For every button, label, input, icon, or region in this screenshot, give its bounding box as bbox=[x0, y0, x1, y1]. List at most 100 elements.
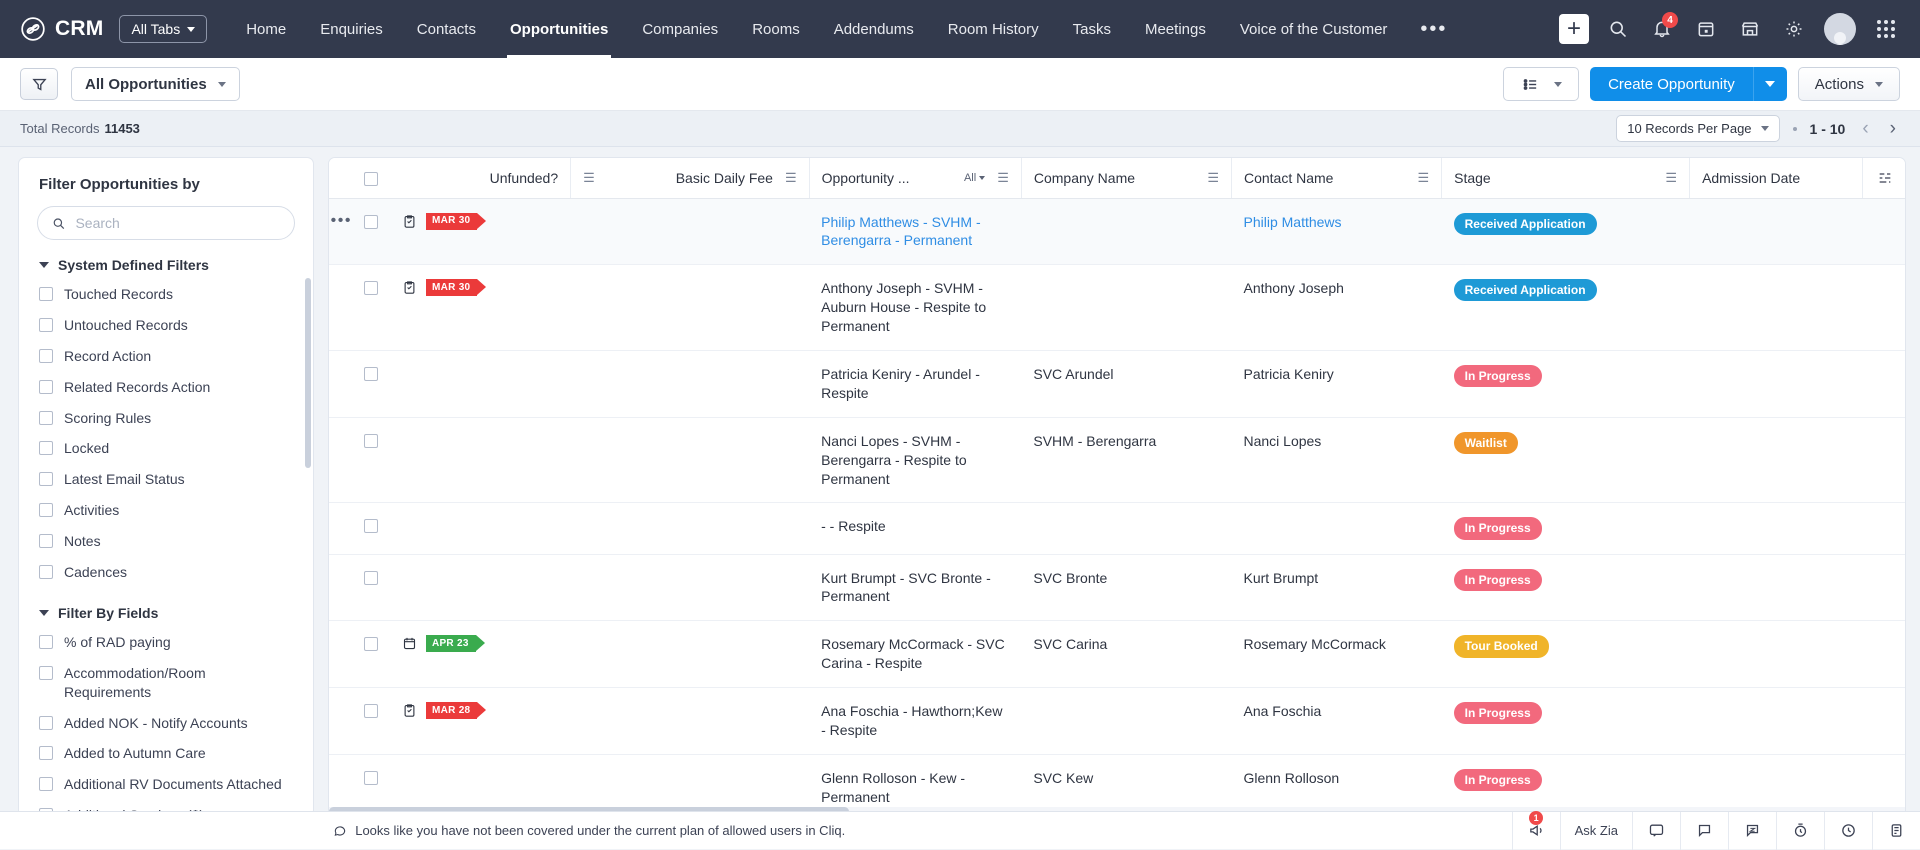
table-row[interactable]: MAR 28Ana Foschia - Hawthorn;Kew - Respi… bbox=[329, 688, 1905, 755]
bell-icon[interactable]: 4 bbox=[1642, 9, 1682, 49]
checkbox[interactable] bbox=[39, 380, 53, 394]
chat-icon[interactable] bbox=[1632, 812, 1680, 850]
nav-item-home[interactable]: Home bbox=[229, 0, 303, 58]
column-settings-icon[interactable] bbox=[1877, 170, 1893, 186]
contact-name[interactable]: Philip Matthews bbox=[1243, 214, 1341, 230]
pagination-next-button[interactable]: › bbox=[1886, 119, 1900, 138]
row-checkbox[interactable] bbox=[364, 637, 378, 651]
sidebar-item-additional-rv-documents-attached[interactable]: Additional RV Documents Attached bbox=[19, 769, 313, 800]
sidebar-item-untouched-records[interactable]: Untouched Records bbox=[19, 310, 313, 341]
checkbox[interactable] bbox=[39, 411, 53, 425]
checkbox[interactable] bbox=[39, 777, 53, 791]
opportunity-all-filter[interactable]: All bbox=[964, 172, 985, 184]
create-opportunity-dropdown[interactable] bbox=[1753, 67, 1787, 101]
nav-item-tasks[interactable]: Tasks bbox=[1056, 0, 1128, 58]
sidebar-item-scoring-rules[interactable]: Scoring Rules bbox=[19, 403, 313, 434]
sidebar-item-latest-email-status[interactable]: Latest Email Status bbox=[19, 464, 313, 495]
checkbox[interactable] bbox=[39, 635, 53, 649]
filter-toggle-button[interactable] bbox=[20, 68, 58, 100]
sidebar-item-touched-records[interactable]: Touched Records bbox=[19, 279, 313, 310]
nav-item-rooms[interactable]: Rooms bbox=[735, 0, 817, 58]
search-icon[interactable] bbox=[1598, 9, 1638, 49]
checkbox[interactable] bbox=[39, 349, 53, 363]
checkbox[interactable] bbox=[39, 746, 53, 760]
sidebar-group-system-defined-filters[interactable]: System Defined Filters bbox=[19, 240, 313, 279]
row-checkbox[interactable] bbox=[364, 281, 378, 295]
column-menu-icon[interactable]: ☰ bbox=[583, 171, 595, 184]
timer-icon[interactable] bbox=[1776, 812, 1824, 850]
checkbox[interactable] bbox=[39, 534, 53, 548]
signals-icon[interactable] bbox=[1824, 812, 1872, 850]
nav-item-companies[interactable]: Companies bbox=[625, 0, 735, 58]
column-menu-icon[interactable]: ☰ bbox=[997, 171, 1009, 184]
all-tabs-dropdown[interactable]: All Tabs bbox=[119, 15, 207, 43]
table-row[interactable]: Nanci Lopes - SVHM - Berengarra - Respit… bbox=[329, 417, 1905, 503]
row-checkbox[interactable] bbox=[364, 215, 378, 229]
checkbox[interactable] bbox=[39, 503, 53, 517]
sidebar-scrollbar[interactable] bbox=[305, 278, 311, 468]
row-checkbox[interactable] bbox=[364, 434, 378, 448]
sidebar-item-accommodation-room-requirements[interactable]: Accommodation/Room Requirements bbox=[19, 658, 313, 708]
notes-icon[interactable] bbox=[1872, 812, 1920, 850]
sidebar-group-filter-by-fields[interactable]: Filter By Fields bbox=[19, 588, 313, 627]
cliq-icon[interactable] bbox=[1680, 812, 1728, 850]
sidebar-item-notes[interactable]: Notes bbox=[19, 526, 313, 557]
nav-item-addendums[interactable]: Addendums bbox=[817, 0, 931, 58]
pagination-prev-button[interactable]: ‹ bbox=[1858, 119, 1872, 138]
checkbox[interactable] bbox=[39, 565, 53, 579]
avatar[interactable] bbox=[1824, 13, 1856, 45]
sidebar-item-activities[interactable]: Activities bbox=[19, 495, 313, 526]
column-menu-icon[interactable]: ☰ bbox=[785, 171, 797, 184]
search-input[interactable] bbox=[75, 215, 280, 231]
apps-grid-icon[interactable] bbox=[1866, 9, 1906, 49]
checkbox[interactable] bbox=[39, 472, 53, 486]
table-row[interactable]: Patricia Keniry - Arundel - RespiteSVC A… bbox=[329, 350, 1905, 417]
column-menu-icon[interactable]: ☰ bbox=[1207, 171, 1219, 184]
create-opportunity-button[interactable]: Create Opportunity bbox=[1590, 67, 1753, 101]
sidebar-item-added-nok-notify-accounts[interactable]: Added NOK - Notify Accounts bbox=[19, 708, 313, 739]
nav-item-enquiries[interactable]: Enquiries bbox=[303, 0, 400, 58]
checkbox[interactable] bbox=[39, 716, 53, 730]
row-checkbox[interactable] bbox=[364, 519, 378, 533]
layout-view-button[interactable] bbox=[1503, 67, 1579, 101]
nav-item-meetings[interactable]: Meetings bbox=[1128, 0, 1223, 58]
add-button[interactable]: + bbox=[1554, 9, 1594, 49]
nav-more-icon[interactable]: ••• bbox=[1404, 19, 1463, 39]
table-row[interactable]: Kurt Brumpt - SVC Bronte - PermanentSVC … bbox=[329, 554, 1905, 621]
nav-item-contacts[interactable]: Contacts bbox=[400, 0, 493, 58]
table-row[interactable]: APR 23Rosemary McCormack - SVC Carina - … bbox=[329, 621, 1905, 688]
checkbox[interactable] bbox=[39, 318, 53, 332]
marketplace-icon[interactable] bbox=[1730, 9, 1770, 49]
sidebar-item-related-records-action[interactable]: Related Records Action bbox=[19, 372, 313, 403]
sidebar-item-added-to-autumn-care[interactable]: Added to Autumn Care bbox=[19, 738, 313, 769]
records-per-page-select[interactable]: 10 Records Per Page bbox=[1616, 115, 1779, 142]
row-actions-icon[interactable]: ••• bbox=[331, 213, 352, 229]
gear-icon[interactable] bbox=[1774, 9, 1814, 49]
opportunity-name[interactable]: Philip Matthews - SVHM - Berengarra - Pe… bbox=[821, 214, 980, 249]
ask-zia-button[interactable]: Ask Zia bbox=[1560, 812, 1632, 850]
actions-button[interactable]: Actions bbox=[1798, 67, 1900, 101]
brand[interactable]: CRM bbox=[20, 16, 103, 42]
sidebar-item-locked[interactable]: Locked bbox=[19, 433, 313, 464]
column-menu-icon[interactable]: ☰ bbox=[1665, 171, 1677, 184]
row-checkbox[interactable] bbox=[364, 367, 378, 381]
sidebar-item-pct-of-rad-paying[interactable]: % of RAD paying bbox=[19, 627, 313, 658]
nav-item-room-history[interactable]: Room History bbox=[931, 0, 1056, 58]
checkbox[interactable] bbox=[39, 287, 53, 301]
table-row[interactable]: •••MAR 30Philip Matthews - SVHM - Bereng… bbox=[329, 198, 1905, 265]
announcement-icon[interactable]: 1 bbox=[1512, 812, 1560, 850]
nav-item-opportunities[interactable]: Opportunities bbox=[493, 0, 625, 58]
zia-icon[interactable] bbox=[1728, 812, 1776, 850]
row-checkbox[interactable] bbox=[364, 771, 378, 785]
table-row[interactable]: MAR 30Anthony Joseph - SVHM - Auburn Hou… bbox=[329, 265, 1905, 351]
sidebar-search[interactable] bbox=[37, 206, 295, 240]
calendar-icon[interactable] bbox=[1686, 9, 1726, 49]
checkbox[interactable] bbox=[39, 666, 53, 680]
table-row[interactable]: - - RespiteIn Progress bbox=[329, 503, 1905, 554]
view-selector[interactable]: All Opportunities bbox=[71, 67, 240, 101]
checkbox[interactable] bbox=[39, 441, 53, 455]
select-all-checkbox[interactable] bbox=[364, 172, 378, 186]
sidebar-item-record-action[interactable]: Record Action bbox=[19, 341, 313, 372]
column-menu-icon[interactable]: ☰ bbox=[1417, 171, 1429, 184]
nav-item-voice-of-the-customer[interactable]: Voice of the Customer bbox=[1223, 0, 1405, 58]
